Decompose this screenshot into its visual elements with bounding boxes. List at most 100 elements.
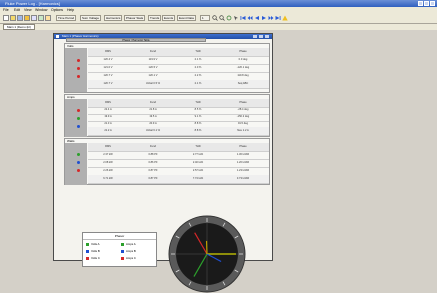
zoom-select[interactable]: 1: [200, 15, 210, 21]
legend-item: Volts B: [91, 249, 100, 253]
legend-item: Amps C: [126, 256, 136, 260]
table-cell: 119.8 deg: [223, 74, 263, 77]
menu-help[interactable]: Help: [67, 8, 74, 12]
close-button[interactable]: [430, 1, 435, 6]
zoom-out-icon[interactable]: [219, 15, 225, 21]
previous-icon[interactable]: [254, 15, 260, 21]
menu-edit[interactable]: Edit: [14, 8, 20, 12]
export-icon[interactable]: [45, 15, 51, 21]
column-header: THD: [178, 50, 218, 53]
phase-c-marker: [77, 125, 80, 128]
legend-swatch: [86, 250, 89, 253]
events-button[interactable]: Events: [162, 15, 175, 21]
table-cell: 8.8 %: [178, 122, 218, 125]
save-icon[interactable]: [17, 15, 23, 21]
legend-item: Volts C: [91, 256, 100, 260]
warning-icon[interactable]: [282, 15, 288, 21]
first-icon[interactable]: [240, 15, 246, 21]
zoom-in-icon[interactable]: [212, 15, 218, 21]
table-cell: Neu 1.2 A: [223, 129, 263, 132]
child-close-button[interactable]: [265, 35, 269, 38]
table-cell: 2.08 kW: [88, 161, 128, 164]
menu-options[interactable]: Options: [51, 8, 63, 12]
table-cell: 2.2 %: [178, 74, 218, 77]
table-cell: 9.1 %: [178, 115, 218, 118]
chart-icon[interactable]: [38, 15, 44, 21]
legend-item: Volts A: [91, 242, 100, 246]
table-cell: 2.57 kVA: [178, 169, 218, 172]
column-header: RMS: [88, 101, 128, 104]
maximize-button[interactable]: [424, 1, 429, 6]
refresh-icon[interactable]: [226, 15, 232, 21]
phase-a-marker: [77, 109, 80, 112]
column-header: Fund: [133, 50, 173, 53]
section-watts: Watts RMS Fund THD Phase 2.37 kW 0.88 PF…: [64, 138, 270, 185]
legend-swatch: [86, 243, 89, 246]
phasor-diagram: [168, 215, 246, 293]
phasor-stats-button[interactable]: Phasor Stats: [124, 15, 145, 21]
table-cell: Unbal 0.5 %: [133, 82, 173, 85]
total-row: 6.71 kW 0.87 PF 7.74 kVA 3.73 kVAR: [88, 175, 269, 184]
menu-file[interactable]: File: [3, 8, 9, 12]
table-cell: 1.20 kVAR: [223, 161, 263, 164]
last-icon[interactable]: [275, 15, 281, 21]
table-cell: 120.7 V: [88, 82, 128, 85]
app-title: Fluke Power Log - [Harmonics]: [5, 1, 60, 6]
table-cell: 0.86 PF: [133, 161, 173, 164]
section-amps: Amps RMS Fund THD Phase 22.4 A 21.8 A 8.…: [64, 94, 270, 137]
minimize-button[interactable]: [418, 1, 423, 6]
new-file-icon[interactable]: [3, 15, 9, 21]
child-minimize-button[interactable]: [253, 35, 257, 38]
phase-b-marker: [77, 161, 80, 164]
next-icon[interactable]: [261, 15, 267, 21]
phase-c-marker: [77, 169, 80, 172]
event-data-button[interactable]: Event Data: [177, 15, 196, 21]
column-header: RMS: [88, 145, 128, 148]
previous-page-icon[interactable]: [247, 15, 253, 21]
column-header: Fund: [133, 101, 173, 104]
table-cell: 0.87 PF: [133, 169, 173, 172]
document-tab[interactable]: Main 1 (Demo.fpl): [3, 24, 35, 30]
menu-window[interactable]: Window: [35, 8, 47, 12]
harmonics-button[interactable]: Harmonics: [104, 15, 122, 21]
sum-voltage-button[interactable]: Sum Voltage: [80, 15, 101, 21]
table-cell: 21.2 A: [88, 129, 128, 132]
open-folder-icon[interactable]: [10, 15, 16, 21]
phasor-legend: Phasor Volts A Amps A Volts B Amps B Vol…: [82, 232, 157, 267]
table-cell: 1.23 kVAR: [223, 169, 263, 172]
table-cell: 2.77 kVA: [178, 153, 218, 156]
workspace: Main 1 (Phasor Harmonics) Phasor / Harmo…: [0, 31, 437, 266]
document-tab-strip: Main 1 (Demo.fpl): [0, 24, 437, 30]
table-cell: 21.3 A: [88, 122, 128, 125]
table-cell: -120.1 deg: [223, 66, 263, 69]
next-page-icon[interactable]: [268, 15, 274, 21]
table-cell: 1.30 kVAR: [223, 153, 263, 156]
table-cell: 8.8 %: [178, 129, 218, 132]
time-period-button[interactable]: Time Period: [56, 15, 76, 21]
table-cell: 120.7 V: [88, 74, 128, 77]
table-cell: 2.40 kVA: [178, 161, 218, 164]
table-cell: 2.0 %: [178, 66, 218, 69]
table-cell: 0.87 PF: [133, 177, 173, 180]
total-row: 120.7 V Unbal 0.5 % 2.1 % Seq ABC: [88, 80, 269, 89]
phase-label-column: [65, 48, 87, 92]
trends-button[interactable]: Trends: [148, 15, 161, 21]
table-cell: 3.73 kVAR: [223, 177, 263, 180]
table-cell: 19.5 A: [133, 115, 173, 118]
legend-title: Phasor: [83, 234, 156, 238]
menu-view[interactable]: View: [24, 8, 32, 12]
child-maximize-button[interactable]: [259, 35, 263, 38]
print-icon[interactable]: [24, 15, 30, 21]
table-cell: 19.9 A: [88, 115, 128, 118]
cursor-icon[interactable]: [233, 15, 239, 21]
table-cell: 91.5 deg: [223, 122, 263, 125]
phase-label-column: [65, 143, 87, 185]
table-cell: 121.0 V: [88, 66, 128, 69]
phase-b-marker: [77, 117, 80, 120]
table-cell: -28.4 deg: [223, 108, 263, 111]
table-cell: 0.88 PF: [133, 153, 173, 156]
copy-icon[interactable]: [31, 15, 37, 21]
phase-c-marker: [77, 75, 80, 78]
section-volts: Volts RMS Fund THD Phase 120.4 V 119.9 V…: [64, 43, 270, 93]
table-cell: 20.9 A: [133, 122, 173, 125]
